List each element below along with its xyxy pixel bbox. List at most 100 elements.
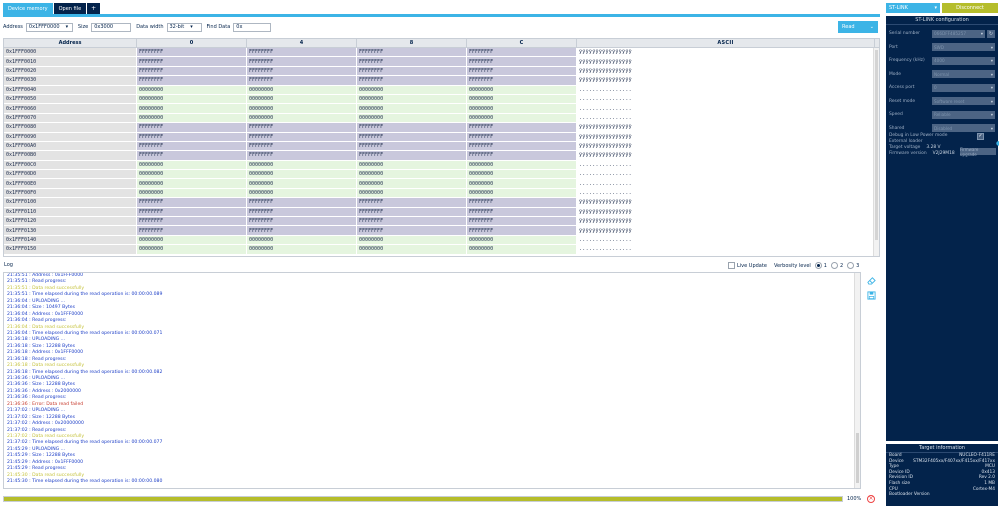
table-row[interactable]: 0x1FFF0100 FFFFFFFF FFFFFFFF FFFFFFFF FFFFFF…: [4, 198, 879, 208]
memory-cell[interactable]: FFFFFFFF: [247, 123, 357, 132]
memory-cell[interactable]: 00000000: [357, 179, 467, 188]
memory-cell[interactable]: FFFFFFFF: [137, 217, 247, 226]
verbosity-option-3[interactable]: 3: [847, 262, 859, 269]
config-field-select[interactable]: 066DFF485257: [932, 29, 985, 38]
memory-cell[interactable]: 00000000: [247, 113, 357, 123]
memory-cell[interactable]: 00000000: [357, 85, 467, 94]
memory-cell[interactable]: FFFFFFFF: [467, 48, 577, 57]
memory-cell[interactable]: FFFFFFFF: [357, 66, 467, 76]
chevron-down-icon[interactable]: ⌄: [870, 24, 874, 30]
verbosity-option-2[interactable]: 2: [830, 262, 843, 269]
log-scrollbar[interactable]: [854, 273, 860, 488]
memory-cell[interactable]: 00000000: [137, 235, 247, 245]
memory-cell[interactable]: FFFFFFFF: [467, 141, 577, 151]
table-row[interactable]: 0x1FFF0080 FFFFFFFF FFFFFFFF FFFFFFFF FFFFFF…: [4, 123, 879, 133]
memory-cell[interactable]: FFFFFFFF: [357, 217, 467, 226]
find-data-input[interactable]: 0x: [233, 22, 272, 32]
col-c[interactable]: C: [467, 39, 577, 47]
memory-cell[interactable]: 00000000: [137, 85, 247, 94]
memory-cell[interactable]: 00000000: [357, 235, 467, 245]
table-row[interactable]: 0x1FFF00B0 FFFFFFFF FFFFFFFF FFFFFFFF FFFFFF…: [4, 151, 879, 161]
memory-cell[interactable]: 00000000: [137, 170, 247, 179]
config-field-select[interactable]: Reliable: [932, 110, 995, 119]
memory-cell[interactable]: 00000000: [357, 245, 467, 254]
memory-cell[interactable]: 00000000: [247, 160, 357, 170]
col-8[interactable]: 8: [357, 39, 467, 47]
col-address[interactable]: Address: [4, 39, 137, 47]
memory-cell[interactable]: 00000000: [467, 179, 577, 188]
memory-cell[interactable]: FFFFFFFF: [137, 226, 247, 235]
radio-3[interactable]: [847, 262, 855, 269]
memory-cell[interactable]: FFFFFFFF: [467, 57, 577, 66]
add-tab-button[interactable]: +: [87, 3, 101, 14]
memory-cell[interactable]: FFFFFFFF: [137, 57, 247, 66]
memory-cell[interactable]: FFFFFFFF: [467, 76, 577, 85]
tab-open-file[interactable]: Open file: [53, 3, 87, 14]
memory-cell[interactable]: 00000000: [247, 179, 357, 188]
memory-cell[interactable]: FFFFFFFF: [467, 198, 577, 207]
scrollbar-thumb[interactable]: [875, 50, 878, 240]
memory-cell[interactable]: 00000000: [247, 188, 357, 198]
memory-cell[interactable]: FFFFFFFF: [247, 141, 357, 151]
memory-cell[interactable]: FFFFFFFF: [467, 66, 577, 76]
memory-cell[interactable]: 00000000: [137, 179, 247, 188]
table-row[interactable]: 0x1FFF0120 FFFFFFFF FFFFFFFF FFFFFFFF FFFFFF…: [4, 217, 879, 227]
memory-cell[interactable]: 00000000: [467, 113, 577, 123]
memory-cell[interactable]: 00000000: [357, 94, 467, 104]
memory-cell[interactable]: FFFFFFFF: [357, 57, 467, 66]
memory-cell[interactable]: FFFFFFFF: [467, 217, 577, 226]
table-row[interactable]: 0x1FFF00D0 00000000 00000000 00000000 000000…: [4, 170, 879, 180]
col-4[interactable]: 4: [247, 39, 357, 47]
table-row[interactable]: 0x1FFF0110 FFFFFFFF FFFFFFFF FFFFFFFF FFFFFF…: [4, 207, 879, 218]
memory-cell[interactable]: FFFFFFFF: [137, 66, 247, 76]
memory-cell[interactable]: 00000000: [247, 94, 357, 104]
memory-cell[interactable]: 00000000: [467, 85, 577, 94]
memory-cell[interactable]: FFFFFFFF: [137, 151, 247, 160]
memory-cell[interactable]: FFFFFFFF: [357, 207, 467, 217]
memory-cell[interactable]: FFFFFFFF: [137, 207, 247, 217]
disconnect-button[interactable]: Disconnect: [942, 3, 998, 13]
config-field-select[interactable]: 4000: [932, 56, 995, 65]
memory-cell[interactable]: 00000000: [467, 94, 577, 104]
memory-cell[interactable]: 00000000: [357, 170, 467, 179]
memory-cell[interactable]: FFFFFFFF: [247, 207, 357, 217]
memory-cell[interactable]: FFFFFFFF: [247, 48, 357, 57]
live-update-toggle[interactable]: Live Update: [728, 262, 767, 269]
memory-cell[interactable]: 00000000: [247, 104, 357, 113]
read-button[interactable]: Read ⌄: [838, 21, 878, 33]
memory-cell[interactable]: 00000000: [137, 245, 247, 254]
probe-select[interactable]: ST-LINK: [886, 3, 940, 13]
config-field-select[interactable]: Normal: [932, 70, 995, 78]
memory-cell[interactable]: 00000000: [357, 160, 467, 170]
table-row[interactable]: 0x1FFF0070 00000000 00000000 00000000 000000…: [4, 113, 879, 124]
memory-cell[interactable]: FFFFFFFF: [357, 226, 467, 235]
memory-cell[interactable]: FFFFFFFF: [357, 151, 467, 160]
memory-cell[interactable]: FFFFFFFF: [467, 151, 577, 160]
memory-cell[interactable]: FFFFFFFF: [137, 48, 247, 57]
memory-cell[interactable]: 00000000: [467, 160, 577, 170]
table-row[interactable]: 0x1FFF0090 FFFFFFFF FFFFFFFF FFFFFFFF FFFFFF…: [4, 132, 879, 142]
memory-cell[interactable]: 00000000: [137, 188, 247, 198]
table-row[interactable]: 0x1FFF0020 FFFFFFFF FFFFFFFF FFFFFFFF FFFFFF…: [4, 66, 879, 77]
table-row[interactable]: 0x1FFF0150 00000000 00000000 00000000 000000…: [4, 245, 879, 255]
memory-cell[interactable]: FFFFFFFF: [247, 217, 357, 226]
memory-cell[interactable]: 00000000: [137, 160, 247, 170]
size-input[interactable]: 0x3000: [91, 22, 132, 32]
col-ascii[interactable]: ASCII: [577, 39, 875, 47]
memory-table-scrollbar[interactable]: [873, 48, 879, 256]
config-field-select[interactable]: SWD: [932, 43, 995, 51]
log-output[interactable]: 21:35:51 : Address : 0x1FFF0000 21:35:51 …: [3, 272, 861, 489]
memory-cell[interactable]: 00000000: [247, 85, 357, 94]
firmware-upgrade-button[interactable]: Firmware upgrade: [960, 147, 996, 157]
memory-cell[interactable]: FFFFFFFF: [247, 198, 357, 207]
memory-cell[interactable]: FFFFFFFF: [137, 76, 247, 85]
table-row[interactable]: 0x1FFF00A0 FFFFFFFF FFFFFFFF FFFFFFFF FFFFFF…: [4, 141, 879, 152]
memory-cell[interactable]: FFFFFFFF: [137, 198, 247, 207]
memory-cell[interactable]: FFFFFFFF: [247, 66, 357, 76]
table-row[interactable]: 0x1FFF0050 00000000 00000000 00000000 000000…: [4, 94, 879, 105]
memory-cell[interactable]: 00000000: [467, 235, 577, 245]
config-field-select[interactable]: Software reset: [932, 97, 995, 105]
memory-cell[interactable]: 00000000: [247, 235, 357, 245]
address-input[interactable]: 0x1FFF0000: [25, 22, 73, 32]
table-row[interactable]: 0x1FFF00F0 00000000 00000000 00000000 000000…: [4, 188, 879, 199]
